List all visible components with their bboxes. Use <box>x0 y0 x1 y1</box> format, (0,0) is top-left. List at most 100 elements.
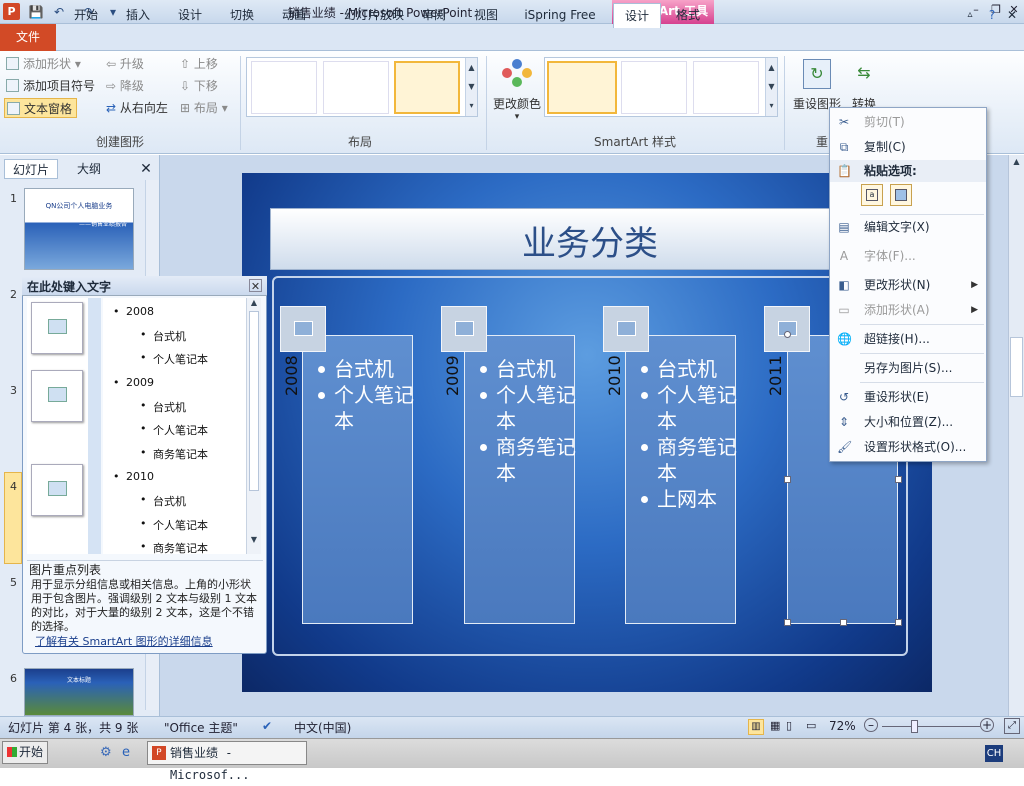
menu-item-size-position[interactable]: ⇕ 大小和位置(Z)... <box>830 411 986 433</box>
scroll-thumb[interactable] <box>1010 337 1023 397</box>
zoom-slider-thumb[interactable] <box>911 720 918 733</box>
text-pane-picture-placeholder[interactable] <box>31 302 83 354</box>
layout-button[interactable]: ⊞ 布局 ▾ <box>180 98 228 118</box>
ribbon-close-icon[interactable]: ✕ <box>1004 3 1020 27</box>
tab-home[interactable]: 开始 <box>64 3 108 27</box>
text-pane-row[interactable]: 商务笔记本 <box>140 540 208 556</box>
resize-handle[interactable] <box>784 331 791 338</box>
layout-option[interactable] <box>251 61 317 114</box>
text-pane-scrollbar[interactable]: ▲ ▼ <box>246 298 261 554</box>
close-text-pane-icon[interactable]: ✕ <box>249 279 262 293</box>
tab-file[interactable]: 文件 <box>0 24 56 51</box>
style-option[interactable] <box>693 61 759 114</box>
resize-handle[interactable] <box>840 619 847 626</box>
learn-more-link[interactable]: 了解有关 SmartArt 图形的详细信息 <box>27 634 263 650</box>
resize-handle[interactable] <box>895 476 902 483</box>
menu-item-add-shape[interactable]: ▭ 添加形状(A) ▶ <box>830 299 986 321</box>
menu-item-format-shape[interactable]: 🖌 设置形状格式(O)... <box>830 436 986 458</box>
menu-item-hyperlink[interactable]: 🌐 超链接(H)... <box>830 328 986 350</box>
text-pane-row[interactable]: 2009 <box>113 376 154 389</box>
add-bullet-button[interactable]: 添加项目符号 <box>6 76 95 96</box>
text-pane-row[interactable]: 台式机 <box>140 493 186 509</box>
picture-placeholder[interactable] <box>603 306 649 352</box>
picture-placeholder[interactable] <box>441 306 487 352</box>
tab-smartart-design[interactable]: 设计 <box>613 3 661 28</box>
text-pane-row[interactable]: 2010 <box>113 470 154 483</box>
text-pane-button[interactable]: 文本窗格 <box>4 98 78 118</box>
menu-item-edit-text[interactable]: ▤ 编辑文字(X) <box>830 216 986 238</box>
style-option[interactable] <box>621 61 687 114</box>
reading-view-icon[interactable]: ▯ <box>786 719 792 732</box>
theme-status[interactable]: "Office 主题" <box>164 719 238 736</box>
column-year[interactable]: 2009 <box>443 355 463 396</box>
tab-animations[interactable]: 动画 <box>272 3 316 27</box>
move-up-button[interactable]: ⇧ 上移 <box>180 54 218 74</box>
scroll-thumb[interactable] <box>249 311 259 491</box>
text-pane-row[interactable]: 个人笔记本 <box>140 517 208 533</box>
slide-title[interactable]: 业务分类 <box>270 216 910 265</box>
text-pane-row[interactable]: 个人笔记本 <box>140 351 208 367</box>
text-pane-picture-placeholder[interactable] <box>31 464 83 516</box>
tab-transitions[interactable]: 切换 <box>220 3 264 27</box>
editing-scrollbar[interactable]: ▲ <box>1008 155 1024 716</box>
menu-item-cut[interactable]: ✂ 剪切(T) <box>830 111 986 133</box>
resize-handle[interactable] <box>784 476 791 483</box>
right-to-left-button[interactable]: ⇄ 从右向左 <box>106 98 168 118</box>
close-panel-icon[interactable]: ✕ <box>138 159 154 179</box>
start-button[interactable]: 开始 <box>2 741 48 764</box>
scroll-up-icon[interactable]: ▲ <box>247 298 261 307</box>
tab-smartart-format[interactable]: 格式 <box>666 3 710 27</box>
text-pane-row[interactable]: 个人笔记本 <box>140 422 208 438</box>
text-pane-row[interactable]: 2008 <box>113 305 154 318</box>
zoom-out-icon[interactable]: – <box>864 718 878 732</box>
column-items[interactable]: 台式机 个人笔记本 <box>314 356 414 434</box>
tab-view[interactable]: 视图 <box>464 3 508 27</box>
column-year[interactable]: 2010 <box>605 355 625 396</box>
menu-item-reset-shape[interactable]: ↺ 重设形状(E) <box>830 386 986 408</box>
styles-gallery-scroll[interactable]: ▲ ▼ ▾ <box>765 58 777 116</box>
spellcheck-icon[interactable]: ✔ <box>262 719 272 733</box>
slide-thumbnail-1[interactable]: QN公司个人电脑业务 ——销售业绩报告 <box>24 188 134 270</box>
layout-gallery-scroll[interactable]: ▲ ▼ ▾ <box>465 58 477 116</box>
scroll-up-icon[interactable]: ▲ <box>1010 157 1023 177</box>
scroll-down-icon[interactable]: ▼ <box>247 535 261 544</box>
text-pane-row[interactable]: 商务笔记本 <box>140 446 208 462</box>
add-shape-button[interactable]: 添加形状 ▾ <box>6 54 81 74</box>
slideshow-view-icon[interactable]: ▭ <box>806 719 816 732</box>
picture-placeholder[interactable] <box>764 306 810 352</box>
demote-button[interactable]: ⇨ 降级 <box>106 76 144 96</box>
tab-slideshow[interactable]: 幻灯片放映 <box>326 3 422 27</box>
picture-placeholder[interactable] <box>280 306 326 352</box>
layout-option-selected[interactable] <box>394 61 460 114</box>
column-items[interactable]: 台式机 个人笔记本 商务笔记本 上网本 <box>637 356 737 512</box>
text-pane-row[interactable]: 台式机 <box>140 328 186 344</box>
tab-review[interactable]: 审阅 <box>414 3 454 27</box>
fit-to-window-icon[interactable]: ⤢ <box>1004 718 1020 734</box>
promote-button[interactable]: ⇦ 升级 <box>106 54 144 74</box>
zoom-slider-track[interactable] <box>882 726 980 727</box>
tab-outline[interactable]: 大纲 <box>62 159 116 179</box>
menu-item-copy[interactable]: ⧉ 复制(C) <box>830 136 986 158</box>
save-icon[interactable]: 💾 <box>27 3 45 21</box>
column-year[interactable]: 2008 <box>282 355 302 396</box>
language-status[interactable]: 中文(中国) <box>294 719 351 736</box>
tab-slides[interactable]: 幻灯片 <box>4 159 58 179</box>
style-option-selected[interactable] <box>547 61 617 114</box>
layout-option[interactable] <box>323 61 389 114</box>
column-year[interactable]: 2011 <box>766 355 786 396</box>
menu-item-save-as-picture[interactable]: 另存为图片(S)... <box>830 357 986 379</box>
menu-item-font[interactable]: A 字体(F)... <box>830 245 986 267</box>
menu-item-change-shape[interactable]: ◧ 更改形状(N) ▶ <box>830 274 986 296</box>
slide-thumbnail-6[interactable]: 文本标题 <box>24 668 134 716</box>
tab-ispring[interactable]: iSpring Free <box>518 3 602 27</box>
show-desktop-icon[interactable]: ⚙ <box>100 745 112 760</box>
learn-more-text[interactable]: 了解有关 SmartArt 图形的详细信息 <box>35 635 213 648</box>
paste-keep-text-icon[interactable]: a <box>861 184 883 206</box>
help-icon[interactable]: ? <box>984 3 1000 27</box>
zoom-level[interactable]: 72% <box>829 719 856 733</box>
normal-view-icon[interactable]: ▥ <box>748 719 764 735</box>
move-down-button[interactable]: ⇩ 下移 <box>180 76 218 96</box>
input-language-indicator[interactable]: CH <box>985 745 1003 762</box>
zoom-in-icon[interactable]: + <box>980 718 994 732</box>
ie-icon[interactable]: e <box>122 745 130 760</box>
